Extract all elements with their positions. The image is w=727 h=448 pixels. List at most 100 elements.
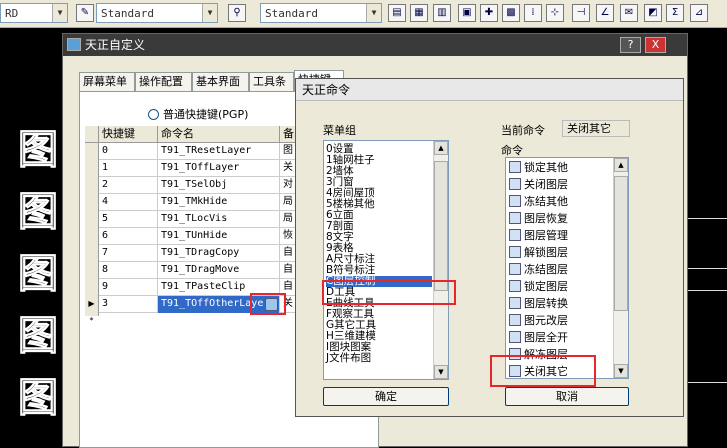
text-style-icon[interactable]: ✎	[76, 4, 94, 22]
cancel-button[interactable]: 取消	[505, 387, 629, 406]
row-command[interactable]: T91_TMkHide	[158, 194, 280, 211]
command-item-label: 图元改层	[524, 314, 568, 327]
menu-group-item[interactable]: J文件布图	[326, 353, 432, 364]
command-item[interactable]: 图元改层	[509, 312, 568, 329]
command-item[interactable]: 锁定其他	[509, 159, 568, 176]
command-icon	[509, 229, 521, 241]
command-item[interactable]: 冻结图层	[509, 261, 568, 278]
tab-operation-config[interactable]: 操作配置	[135, 72, 192, 92]
row-selector[interactable]	[85, 194, 99, 211]
email-icon[interactable]: ✉	[620, 4, 638, 22]
cad-text: 图	[18, 250, 59, 298]
measure-icon[interactable]: ⊿	[690, 4, 708, 22]
scroll-down-icon[interactable]: ▼	[614, 364, 628, 378]
row-selector[interactable]	[85, 143, 99, 160]
scroll-thumb[interactable]	[434, 161, 448, 291]
row-key[interactable]: 8	[99, 262, 158, 279]
dim-style-icon[interactable]: ⚲	[228, 4, 246, 22]
cad-text: 图	[18, 312, 59, 360]
cad-canvas-right[interactable]	[688, 28, 727, 447]
row-key[interactable]: 9	[99, 279, 158, 296]
tab-basic-ui[interactable]: 基本界面	[192, 72, 249, 92]
row-selector[interactable]	[85, 160, 99, 177]
scroll-thumb[interactable]	[614, 176, 628, 311]
command-item-label: 图层全开	[524, 331, 568, 344]
command-item[interactable]: 图层恢复	[509, 210, 568, 227]
scroll-down-icon[interactable]: ▼	[434, 365, 448, 379]
row-key[interactable]: 7	[99, 245, 158, 262]
cad-canvas-left[interactable]: 图 图 图 图 图	[0, 28, 62, 447]
tab-screen-menu[interactable]: 屏幕菜单	[79, 72, 135, 92]
help-button[interactable]: ?	[620, 37, 641, 53]
command-icon	[509, 246, 521, 258]
row-selector[interactable]	[85, 279, 99, 296]
row-selector[interactable]	[85, 245, 99, 262]
command-icon	[509, 280, 521, 292]
row-key[interactable]: 6	[99, 228, 158, 245]
highlight-box	[322, 280, 456, 305]
column-header-command[interactable]: 命令名	[158, 126, 280, 143]
angle-icon[interactable]: ∠	[596, 4, 614, 22]
ok-button[interactable]: 确定	[323, 387, 449, 406]
command-item[interactable]: 图层管理	[509, 227, 568, 244]
ortho-icon[interactable]: ⊣	[572, 4, 590, 22]
snap-icon[interactable]: ⊹	[546, 4, 564, 22]
command-item[interactable]: 锁定图层	[509, 278, 568, 295]
command-item[interactable]: 图层转换	[509, 295, 568, 312]
row-command[interactable]: T91_TUnHide	[158, 228, 280, 245]
menu-group-scrollbar[interactable]: ▲ ▼	[433, 141, 448, 379]
gradient-icon[interactable]: ◩	[644, 4, 662, 22]
row-selector[interactable]	[85, 177, 99, 194]
row-selector[interactable]	[85, 262, 99, 279]
command-item-label: 锁定其他	[524, 161, 568, 174]
row-key[interactable]: 3	[99, 296, 158, 313]
row-command[interactable]: T91_TSelObj	[158, 177, 280, 194]
close-button[interactable]: X	[645, 37, 666, 53]
command-item[interactable]: 图层全开	[509, 329, 568, 346]
tab-toolbar[interactable]: 工具条	[249, 72, 294, 92]
row-key[interactable]: 0	[99, 143, 158, 160]
row-selector[interactable]	[85, 228, 99, 245]
app-icon	[67, 38, 81, 51]
scroll-up-icon[interactable]: ▲	[614, 158, 628, 172]
menu-group-list[interactable]: 0设置 1轴网柱子 2墙体 3门窗 4房间屋顶 5楼梯其他 6立面 7剖面 8文字 9表格 A尺寸标…	[323, 140, 449, 380]
command-item[interactable]: 关闭图层	[509, 176, 568, 193]
row-command[interactable]: T91_TResetLayer	[158, 143, 280, 160]
scroll-up-icon[interactable]: ▲	[434, 141, 448, 155]
row-command[interactable]: T91_TOffLayer	[158, 160, 280, 177]
command-list-scrollbar[interactable]: ▲ ▼	[613, 158, 628, 378]
layer-combo-value: RD	[5, 7, 19, 20]
command-list[interactable]: 锁定其他关闭图层冻结其他图层恢复 图层管理 解锁图层 冻结图层 锁定图层 图层转换图元改层…	[505, 157, 629, 379]
row-key[interactable]: 1	[99, 160, 158, 177]
pgp-radio[interactable]: 普通快捷键(PGP)	[148, 106, 248, 122]
markup-icon[interactable]: ✚	[480, 4, 498, 22]
chevron-down-icon: ▼	[366, 4, 381, 22]
row-command[interactable]: T91_TDragCopy	[158, 245, 280, 262]
row-key[interactable]: 2	[99, 177, 158, 194]
command-item[interactable]: 解锁图层	[509, 244, 568, 261]
grid-icon[interactable]: ⁞	[524, 4, 542, 22]
command-icon	[509, 314, 521, 326]
text-style-combo[interactable]: Standard ▼	[96, 3, 218, 23]
row-key[interactable]: 4	[99, 194, 158, 211]
command-item[interactable]: 冻结其他	[509, 193, 568, 210]
layer-combo[interactable]: RD ▼	[0, 3, 68, 23]
design-center-icon[interactable]: ▦	[410, 4, 428, 22]
row-selector[interactable]	[85, 211, 99, 228]
sheet-set-icon[interactable]: ▣	[458, 4, 476, 22]
tool-palette-icon[interactable]: ▥	[433, 4, 451, 22]
sum-icon[interactable]: Σ	[666, 4, 684, 22]
customize-dialog-titlebar[interactable]: 天正自定义 ? X	[63, 34, 687, 56]
command-item-label: 冻结其他	[524, 195, 568, 208]
grid-corner	[85, 126, 99, 143]
dim-style-combo[interactable]: Standard ▼	[260, 3, 382, 23]
new-row-marker: *	[85, 313, 99, 325]
command-picker-titlebar[interactable]: 天正命令	[296, 79, 683, 101]
row-command[interactable]: T91_TLocVis	[158, 211, 280, 228]
column-header-key[interactable]: 快捷键	[99, 126, 158, 143]
row-key[interactable]: 5	[99, 211, 158, 228]
properties-icon[interactable]: ▤	[388, 4, 406, 22]
row-command[interactable]: T91_TDragMove	[158, 262, 280, 279]
calculator-icon[interactable]: ▩	[502, 4, 520, 22]
cad-line	[688, 382, 727, 383]
